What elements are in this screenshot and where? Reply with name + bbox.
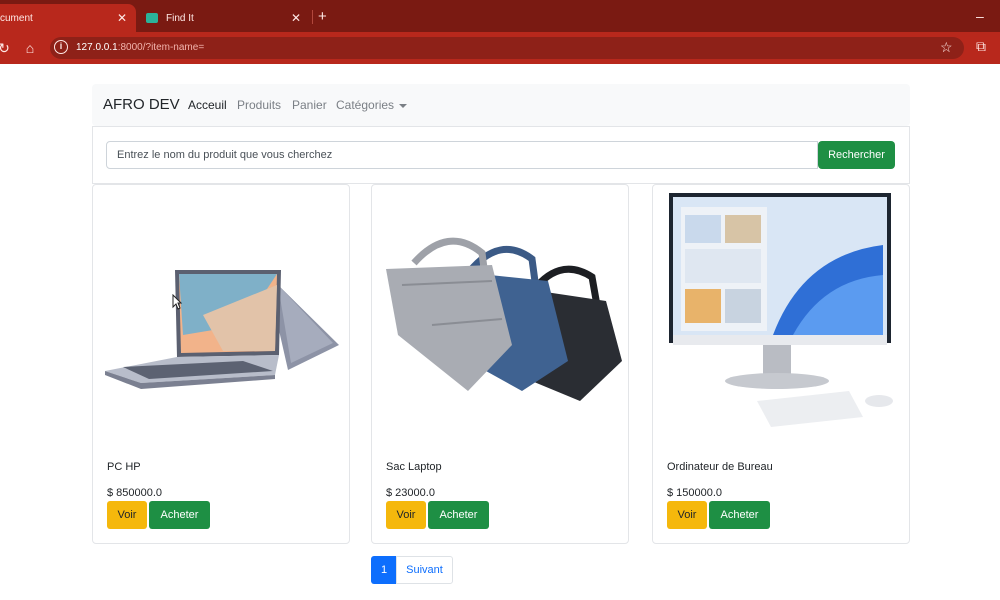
url-text[interactable]: 127.0.0.1:8000/?item-name= <box>76 42 204 53</box>
mouse-cursor-icon <box>172 294 182 310</box>
chevron-down-icon <box>399 103 408 108</box>
product-image-desktop-computer <box>669 193 893 427</box>
product-name: Ordinateur de Bureau <box>667 461 773 473</box>
nav-link-panier[interactable]: Panier <box>292 98 327 112</box>
search-input[interactable] <box>106 141 818 169</box>
bookmark-star-icon[interactable]: ☆ <box>940 39 953 56</box>
product-price: $ 23000.0 <box>386 487 435 499</box>
info-icon[interactable]: i <box>54 40 68 54</box>
acheter-button[interactable]: Acheter <box>709 501 770 529</box>
product-card: PC HP $ 850000.0 Voir Acheter <box>92 184 350 544</box>
product-price: $ 150000.0 <box>667 487 723 499</box>
voir-button[interactable]: Voir <box>107 501 147 529</box>
folder-icon <box>146 13 158 23</box>
close-icon[interactable]: ✕ <box>114 11 130 25</box>
product-card: Sac Laptop $ 23000.0 Voir Acheter <box>371 184 629 544</box>
minimize-icon[interactable]: – <box>976 8 984 24</box>
nav-link-produits[interactable]: Produits <box>237 98 281 112</box>
pagination-next-button[interactable]: Suivant <box>396 556 453 584</box>
nav-link-acceuil[interactable]: Acceuil <box>188 98 227 112</box>
browser-tab-active[interactable]: cument ✕ <box>0 4 136 32</box>
product-name: PC HP <box>107 461 141 473</box>
new-tab-icon[interactable]: + <box>318 8 327 25</box>
product-image-laptop-bags <box>386 237 622 401</box>
search-button[interactable]: Rechercher <box>818 141 895 169</box>
voir-button[interactable]: Voir <box>667 501 707 529</box>
home-icon[interactable]: ⌂ <box>22 40 38 56</box>
product-card: Ordinateur de Bureau $ 150000.0 Voir Ach… <box>652 184 910 544</box>
product-price: $ 850000.0 <box>107 487 163 499</box>
nav-dropdown-label: Catégories <box>336 98 395 112</box>
product-image-laptop <box>105 270 339 389</box>
extensions-icon[interactable]: ⧉ <box>976 38 986 55</box>
close-icon[interactable]: ✕ <box>288 11 304 25</box>
tab-title: Find It <box>166 12 194 24</box>
product-name: Sac Laptop <box>386 461 442 473</box>
tab-divider <box>312 10 313 24</box>
tab-title: cument <box>0 12 33 24</box>
voir-button[interactable]: Voir <box>386 501 426 529</box>
reload-icon[interactable]: ↻ <box>0 40 12 56</box>
pagination-page-1[interactable]: 1 <box>371 556 397 584</box>
browser-tab-find-it[interactable]: Find It ✕ <box>140 4 310 32</box>
brand-logo[interactable]: AFRO DEV <box>103 96 180 113</box>
acheter-button[interactable]: Acheter <box>149 501 210 529</box>
nav-dropdown-categories[interactable]: Catégories <box>336 98 408 112</box>
acheter-button[interactable]: Acheter <box>428 501 489 529</box>
